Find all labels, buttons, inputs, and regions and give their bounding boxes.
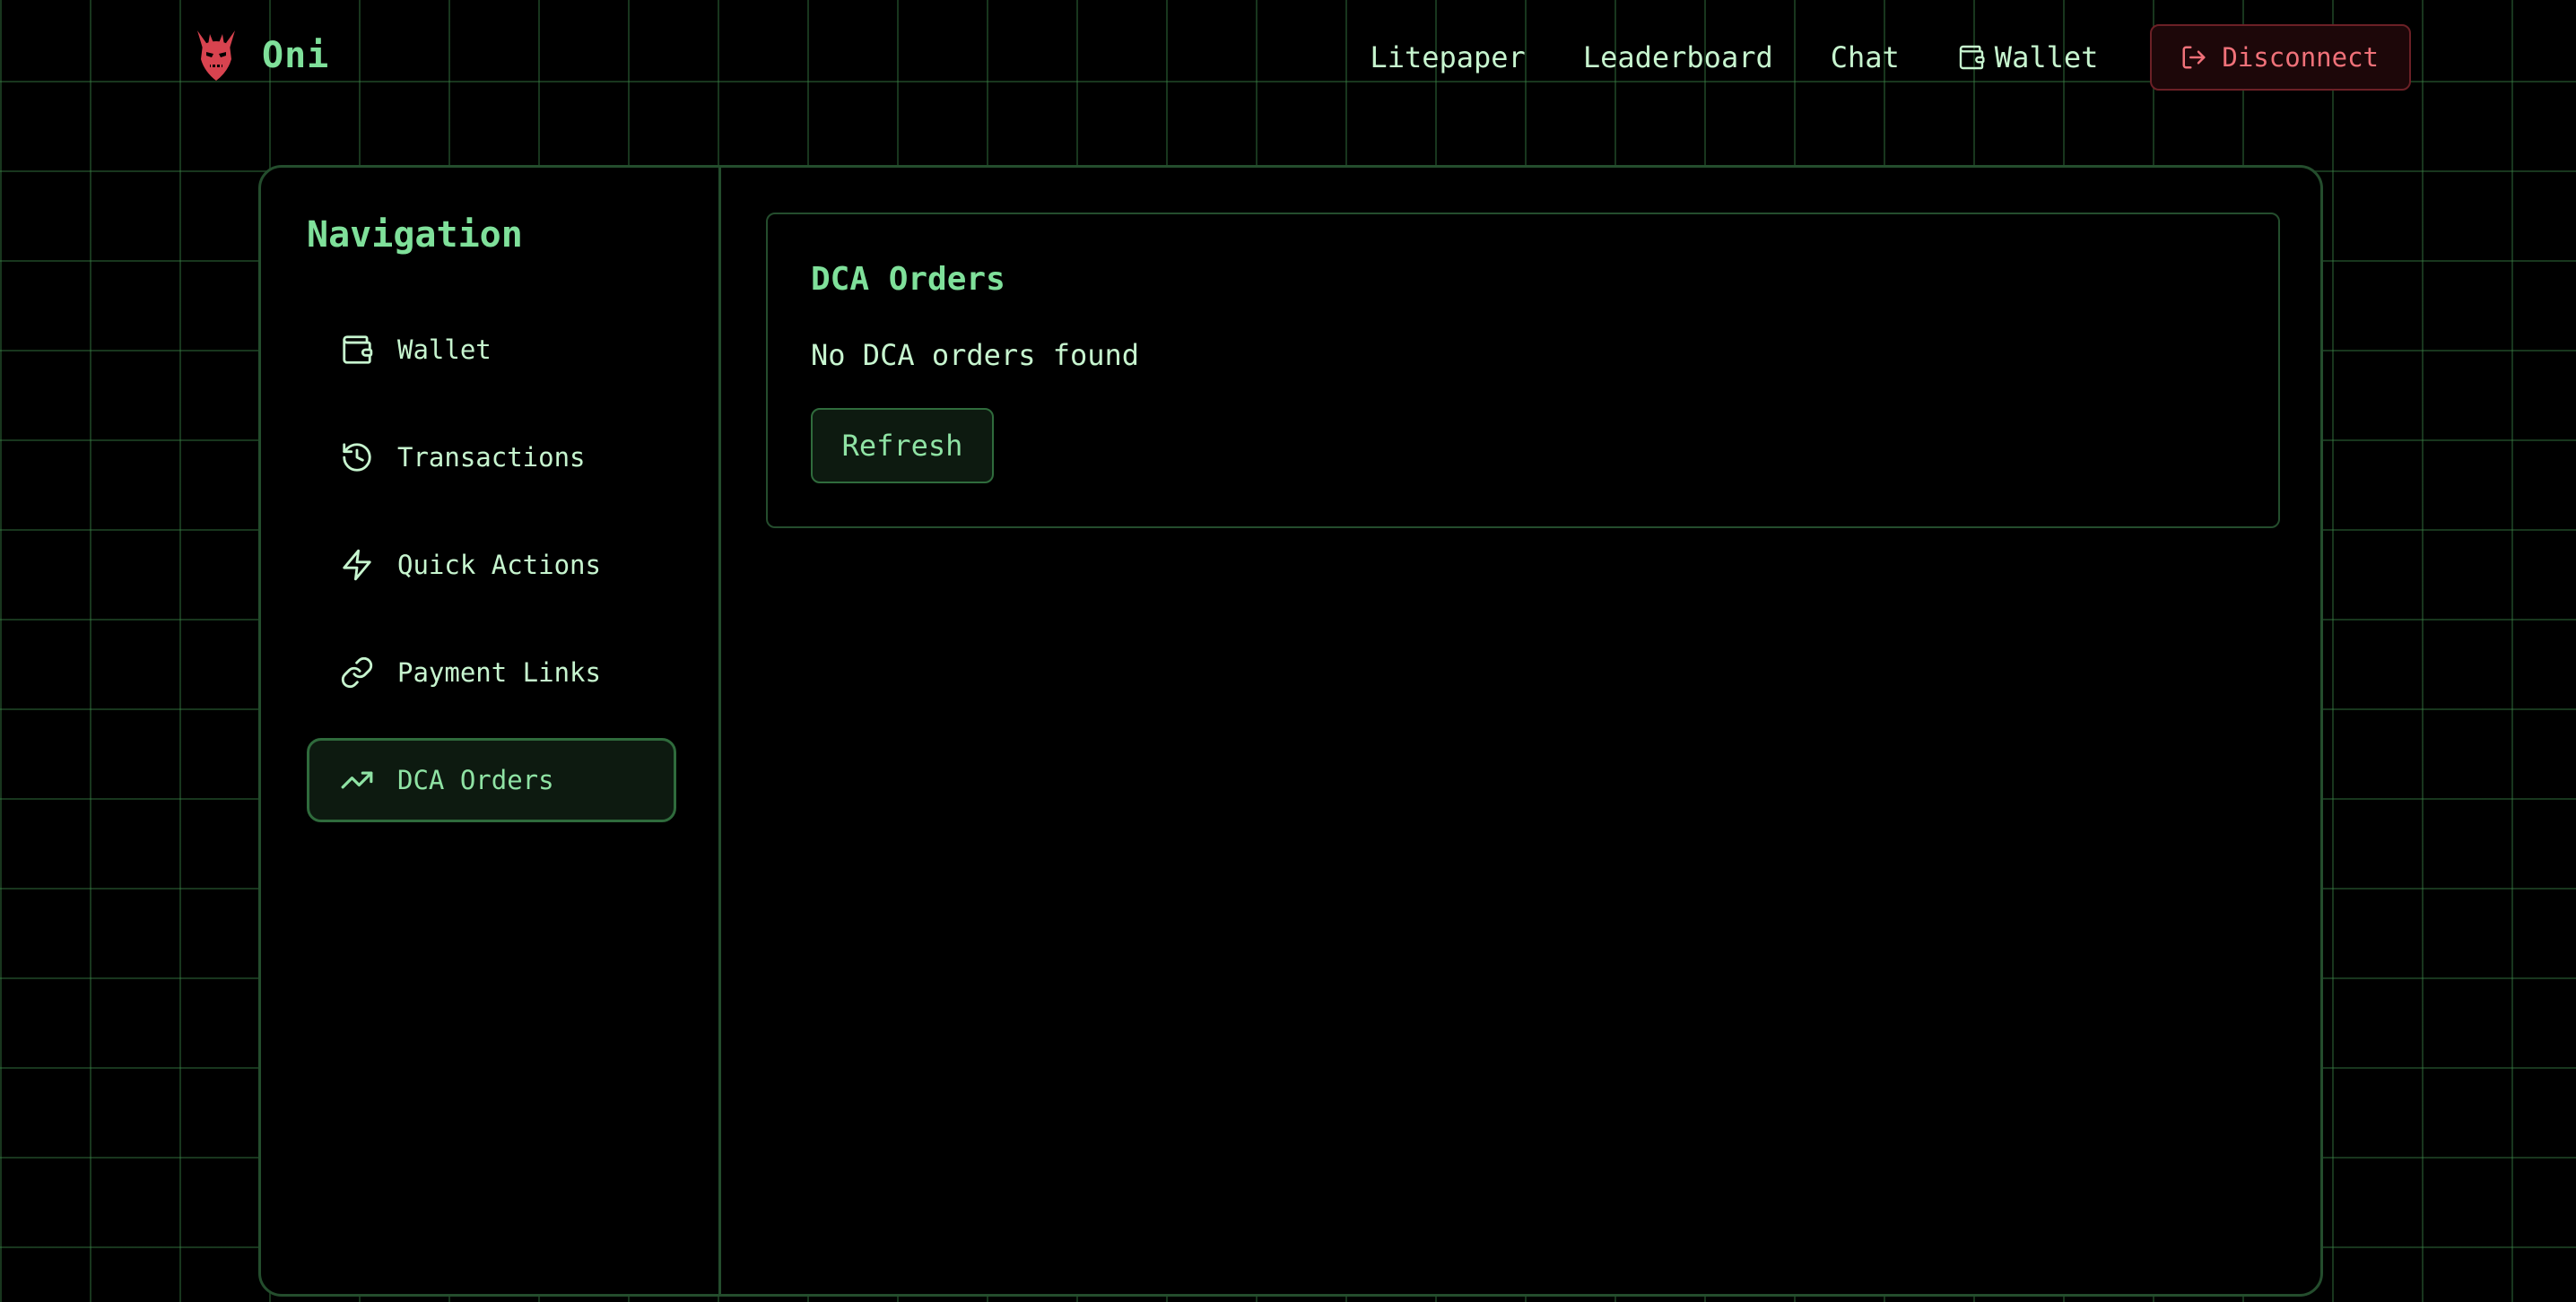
- sidebar-item-wallet[interactable]: Wallet: [307, 308, 676, 392]
- topnav-link-label: Litepaper: [1370, 40, 1526, 74]
- link-icon: [341, 656, 373, 689]
- top-bar: Oni Litepaper Leaderboard Chat Wallet Di…: [0, 0, 2576, 113]
- lightning-bolt-icon: [343, 549, 371, 581]
- topnav-link-chat[interactable]: Chat: [1831, 40, 1900, 74]
- sidebar-item-label: Payment Links: [397, 657, 601, 688]
- brand-name: Oni: [262, 35, 330, 76]
- sidebar: Navigation Wallet Transactions Quick Act…: [261, 168, 721, 1294]
- oni-demon-mask-icon: [197, 30, 235, 81]
- sidebar-item-label: Quick Actions: [397, 550, 601, 580]
- sidebar-item-payment-links[interactable]: Payment Links: [307, 630, 676, 715]
- dashboard-panel: Navigation Wallet Transactions Quick Act…: [258, 165, 2323, 1297]
- card-title: DCA Orders: [811, 261, 1005, 298]
- brand-home-link[interactable]: Oni: [196, 27, 329, 84]
- wallet-icon: [343, 335, 373, 364]
- sidebar-item-transactions[interactable]: Transactions: [307, 415, 676, 499]
- sidebar-item-label: Wallet: [397, 334, 492, 365]
- wallet-icon: [1959, 45, 1985, 70]
- sidebar-item-label: DCA Orders: [397, 765, 554, 795]
- disconnect-button[interactable]: Disconnect: [2150, 24, 2411, 91]
- trending-up-icon: [341, 771, 373, 789]
- topnav-link-litepaper[interactable]: Litepaper: [1370, 40, 1525, 74]
- dca-orders-card: DCA Orders No DCA orders found Refresh: [766, 213, 2280, 528]
- sidebar-title: Navigation: [307, 214, 523, 256]
- topnav-link-label: Wallet: [1994, 40, 2099, 74]
- main-content: DCA Orders No DCA orders found Refresh: [721, 168, 2320, 1294]
- log-out-icon: [2182, 46, 2206, 69]
- top-navigation: Litepaper Leaderboard Chat Wallet Discon…: [1370, 23, 2411, 91]
- refresh-button[interactable]: Refresh: [811, 408, 994, 483]
- topnav-link-wallet[interactable]: Wallet: [1957, 40, 2099, 74]
- topnav-link-label: Chat: [1830, 40, 1900, 74]
- topnav-link-leaderboard[interactable]: Leaderboard: [1583, 40, 1773, 74]
- topnav-link-label: Leaderboard: [1582, 40, 1773, 74]
- disconnect-label: Disconnect: [2222, 42, 2379, 73]
- sidebar-item-label: Transactions: [397, 442, 586, 473]
- sidebar-item-quick-actions[interactable]: Quick Actions: [307, 523, 676, 607]
- sidebar-item-dca-orders[interactable]: DCA Orders: [307, 738, 676, 822]
- history-icon: [343, 443, 371, 472]
- empty-state-message: No DCA orders found: [811, 338, 1140, 372]
